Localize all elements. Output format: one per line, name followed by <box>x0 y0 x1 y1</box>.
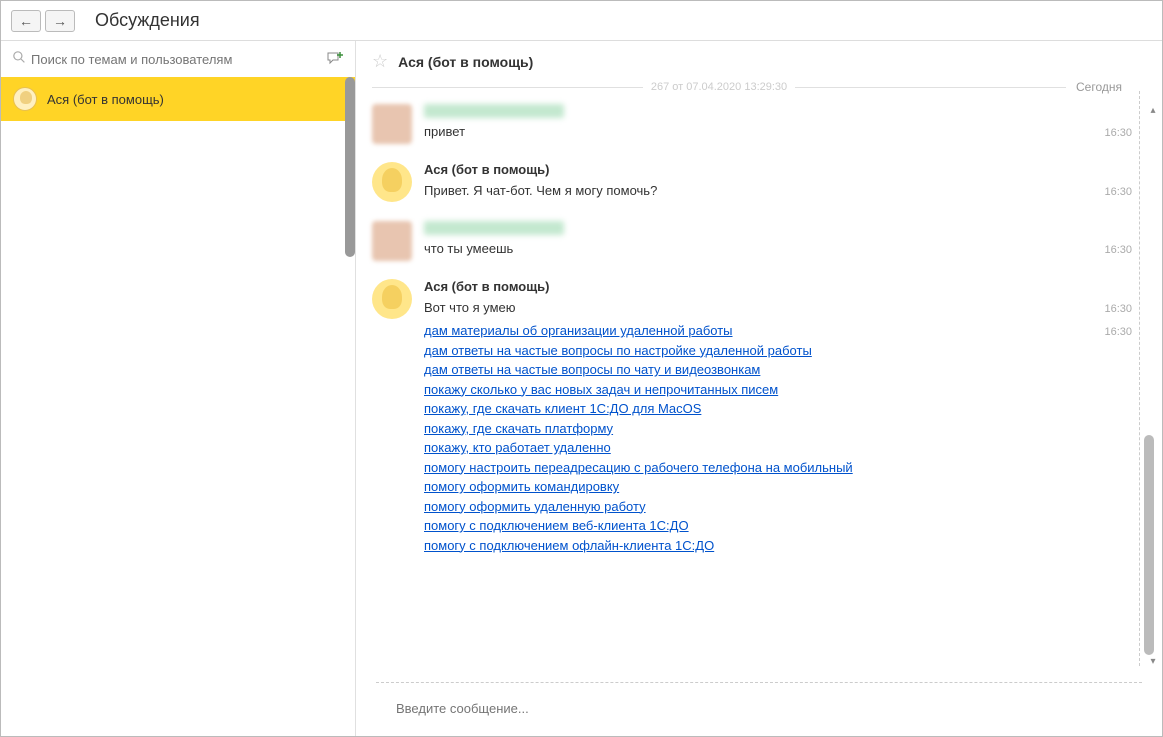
bot-avatar <box>372 279 412 319</box>
capability-link[interactable]: помогу настроить переадресацию с рабочег… <box>424 458 853 478</box>
arrow-right-icon: → <box>53 13 67 29</box>
capability-link[interactable]: помогу оформить удаленную работу <box>424 497 853 517</box>
capability-link[interactable]: покажу, где скачать клиент 1С:ДО для Mac… <box>424 399 853 419</box>
scroll-down-icon[interactable]: ▾ <box>1148 656 1158 666</box>
search-row <box>1 41 355 77</box>
nav-buttons: ← → <box>11 10 75 32</box>
date-separator: 267 от 07.04.2020 13:29:30 Сегодня <box>372 80 1132 94</box>
message-text: Привет. Я чат-бот. Чем я могу помочь? <box>424 181 657 201</box>
capability-link[interactable]: дам материалы об организации удаленной р… <box>424 321 853 341</box>
scroll-up-icon[interactable]: ▴ <box>1148 105 1158 115</box>
chat-scrollbar[interactable] <box>1144 435 1154 655</box>
sidebar-scrollbar[interactable] <box>345 77 355 257</box>
chat-scroll-track: ▴ ▾ <box>1148 105 1158 666</box>
chat-pane: ☆ Ася (бот в помощь) 267 от 07.04.2020 1… <box>356 41 1162 736</box>
message-time: 16:30 <box>1104 244 1132 256</box>
message-author: Ася (бот в помощь) <box>424 162 550 177</box>
capability-link[interactable]: помогу с подключением офлайн-клиента 1С:… <box>424 536 853 556</box>
chat-plus-icon <box>326 50 344 68</box>
capability-link[interactable]: помогу с подключением веб-клиента 1С:ДО <box>424 516 853 536</box>
search-input[interactable] <box>9 48 323 71</box>
forward-button[interactable]: → <box>45 10 75 32</box>
message-text: Вот что я умею <box>424 298 516 318</box>
chat-body: 267 от 07.04.2020 13:29:30 Сегодня приве… <box>356 80 1162 682</box>
capability-link[interactable]: покажу, кто работает удаленно <box>424 438 853 458</box>
chat-title: Ася (бот в помощь) <box>398 54 533 70</box>
arrow-left-icon: ← <box>19 13 33 29</box>
bot-avatar <box>372 162 412 202</box>
main-area: Ася (бот в помощь) ☆ Ася (бот в помощь) … <box>1 41 1162 736</box>
message-block: Ася (бот в помощь) Привет. Я чат-бот. Че… <box>372 162 1132 203</box>
message-block: Ася (бот в помощь) Вот что я умею 16:30 … <box>372 279 1132 556</box>
right-dashed-border <box>1139 91 1140 666</box>
date-label: Сегодня <box>1066 80 1132 94</box>
message-input[interactable] <box>392 697 1126 720</box>
message-text: что ты умеешь <box>424 239 513 259</box>
faded-meta: 267 от 07.04.2020 13:29:30 <box>643 81 795 93</box>
message-time: 16:30 <box>1104 127 1132 139</box>
avatar-icon <box>13 87 37 111</box>
search-icon <box>13 51 26 67</box>
message-input-area <box>376 682 1142 736</box>
links-time: 16:30 <box>1104 326 1132 338</box>
sidebar-item-asya[interactable]: Ася (бот в помощь) <box>1 77 355 121</box>
search-wrap <box>9 48 323 71</box>
capability-link[interactable]: покажу, где скачать платформу <box>424 419 853 439</box>
capability-links: дам материалы об организации удаленной р… <box>424 321 853 555</box>
chat-header: ☆ Ася (бот в помощь) <box>356 41 1162 80</box>
capability-link[interactable]: дам ответы на частые вопросы по чату и в… <box>424 360 853 380</box>
page-title: Обсуждения <box>95 10 200 31</box>
contact-name: Ася (бот в помощь) <box>47 92 164 107</box>
capability-link[interactable]: дам ответы на частые вопросы по настройк… <box>424 341 853 361</box>
user-avatar <box>372 104 412 144</box>
back-button[interactable]: ← <box>11 10 41 32</box>
message-time: 16:30 <box>1104 303 1132 315</box>
message-author: Ася (бот в помощь) <box>424 279 550 294</box>
capability-link[interactable]: покажу сколько у вас новых задач и непро… <box>424 380 853 400</box>
message-block: что ты умеешь 16:30 <box>372 221 1132 261</box>
new-chat-button[interactable] <box>323 47 347 71</box>
message-time: 16:30 <box>1104 186 1132 198</box>
author-redacted <box>424 221 564 235</box>
app-header: ← → Обсуждения <box>1 1 1162 41</box>
sidebar: Ася (бот в помощь) <box>1 41 356 736</box>
message-text: привет <box>424 122 465 142</box>
message-block: привет 16:30 <box>372 104 1132 144</box>
capability-link[interactable]: помогу оформить командировку <box>424 477 853 497</box>
star-icon[interactable]: ☆ <box>372 51 388 72</box>
author-redacted <box>424 104 564 118</box>
user-avatar <box>372 221 412 261</box>
